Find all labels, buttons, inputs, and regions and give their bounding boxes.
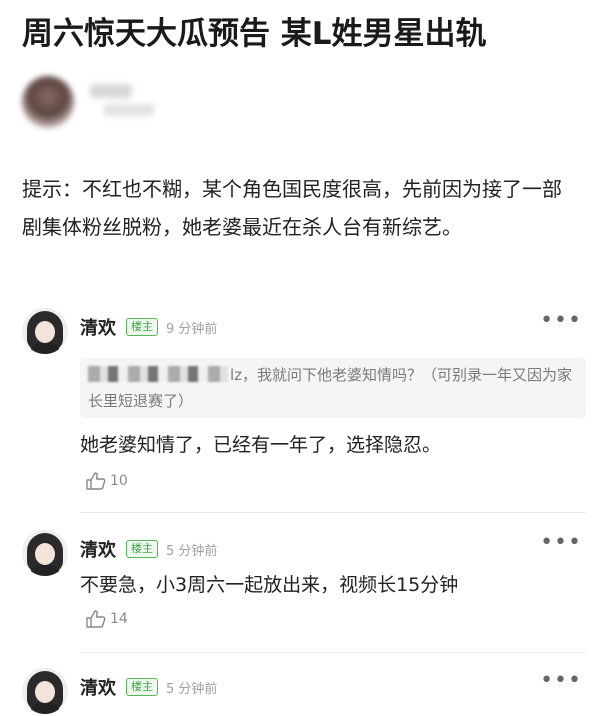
commenter-name[interactable]: 清欢 <box>80 314 116 340</box>
more-options-icon[interactable]: ••• <box>540 530 582 555</box>
more-options-icon[interactable]: ••• <box>540 668 582 693</box>
comment-item: 清欢 楼主 5 分钟前 ••• <box>22 668 586 716</box>
commenter-name[interactable]: 清欢 <box>80 536 116 562</box>
like-count: 14 <box>110 611 128 627</box>
comment-text: 她老婆知情了，已经有一年了，选择隐忍。 <box>80 434 442 456</box>
thumbs-up-icon <box>86 472 106 490</box>
op-badge: 楼主 <box>126 678 158 696</box>
op-badge: 楼主 <box>126 318 158 336</box>
quoted-text: lz，我就问下他老婆知情吗？（可别录一年又因为家长里短退赛了） <box>88 366 573 410</box>
like-button[interactable]: 14 <box>86 610 128 628</box>
divider <box>80 512 586 513</box>
comment-item: 清欢 楼主 9 分钟前 ••• lz，我就问下他老婆知情吗？（可别录一年又因为家… <box>22 308 586 508</box>
commenter-avatar[interactable] <box>22 530 68 576</box>
post-hint-text: 提示：不红也不糊，某个角色国民度很高，先前因为接了一部剧集体粉丝脱粉，她老婆最近… <box>22 177 562 239</box>
like-button[interactable]: 10 <box>86 472 128 490</box>
author-meta-blurred <box>104 104 154 116</box>
thumbs-up-icon <box>86 610 106 628</box>
author-name-blurred[interactable] <box>90 84 132 98</box>
divider <box>80 652 586 653</box>
comment-text: 不要急，小3周六一起放出来，视频长15分钟 <box>80 574 459 596</box>
comment-time: 5 分钟前 <box>166 681 218 697</box>
post-title: 周六惊天大瓜预告 某L姓男星出轨 <box>22 16 487 52</box>
more-options-icon[interactable]: ••• <box>540 308 582 333</box>
comment-time: 9 分钟前 <box>166 321 218 337</box>
author-avatar[interactable] <box>22 76 74 128</box>
commenter-avatar[interactable] <box>22 668 68 714</box>
commenter-name[interactable]: 清欢 <box>80 674 116 700</box>
commenter-avatar[interactable] <box>22 308 68 354</box>
quoted-reply[interactable]: lz，我就问下他老婆知情吗？（可别录一年又因为家长里短退赛了） <box>80 358 586 418</box>
comment-item: 清欢 楼主 5 分钟前 ••• 不要急，小3周六一起放出来，视频长15分钟 14 <box>22 530 586 640</box>
op-badge: 楼主 <box>126 540 158 558</box>
like-count: 10 <box>110 473 128 489</box>
comment-time: 5 分钟前 <box>166 543 218 559</box>
